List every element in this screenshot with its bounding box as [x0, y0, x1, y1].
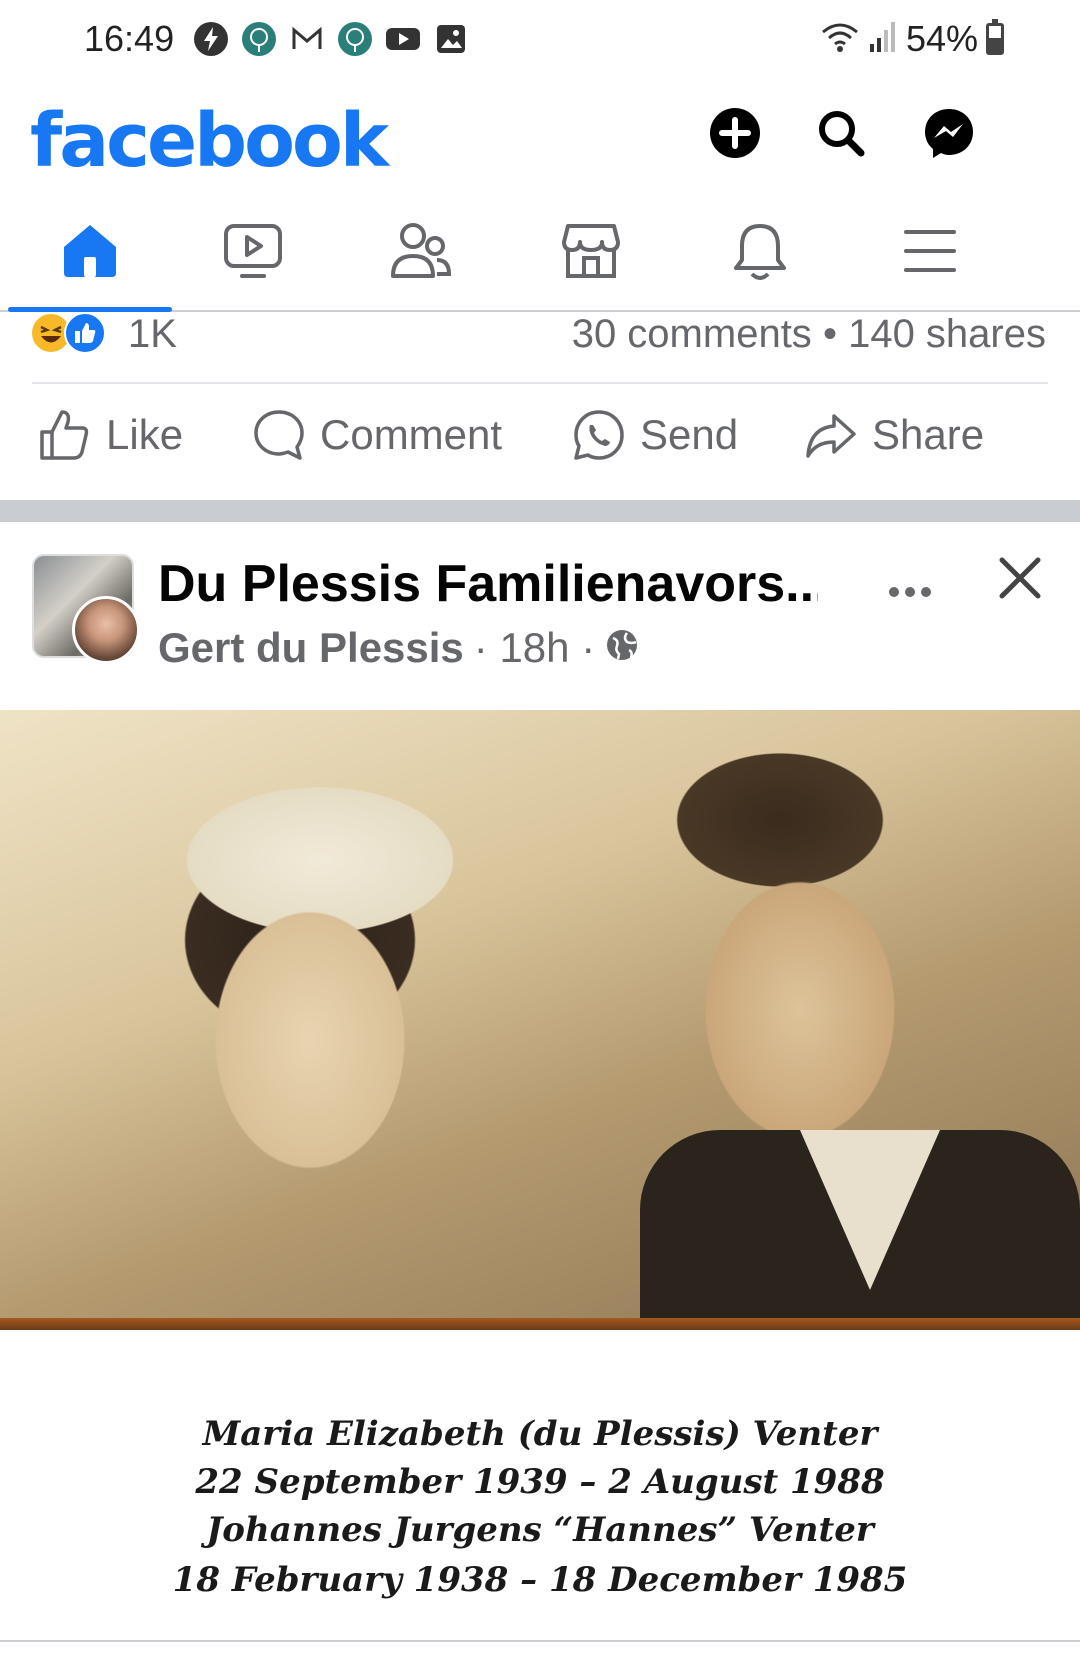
photo-border: [0, 1318, 1080, 1330]
author-name[interactable]: Gert du Plessis: [158, 624, 464, 672]
app-icon: [240, 20, 278, 58]
engagement-stats: 30 comments • 140 shares: [572, 312, 1046, 357]
tab-menu[interactable]: [895, 216, 965, 286]
reactions-row: 1K 30 comments • 140 shares: [0, 312, 1080, 384]
tab-watch[interactable]: [218, 216, 288, 286]
shares-count[interactable]: 140 shares: [848, 312, 1046, 356]
wifi-icon: [820, 20, 860, 59]
app-header: facebook: [0, 80, 1080, 198]
like-button[interactable]: Like: [38, 408, 183, 462]
tab-home[interactable]: [55, 216, 125, 286]
caption-line: 22 September 1939 – 2 August 1988: [195, 1462, 885, 1502]
send-button[interactable]: Send: [572, 408, 738, 462]
youtube-icon: [384, 20, 422, 58]
thumbs-up-icon: [40, 410, 89, 460]
close-button[interactable]: [994, 552, 1046, 604]
post-photo[interactable]: [0, 710, 1080, 1330]
avatar[interactable]: [72, 596, 140, 664]
like-label: Like: [106, 411, 184, 458]
notification-icons: [192, 20, 470, 58]
search-icon: [819, 111, 865, 157]
home-icon: [64, 225, 116, 277]
stats-separator: •: [822, 312, 837, 356]
power-saver-icon: [192, 20, 230, 58]
globe-icon: [605, 624, 639, 672]
create-button[interactable]: [704, 102, 766, 164]
comment-button[interactable]: Comment: [252, 408, 502, 462]
status-time: 16:49: [84, 18, 175, 59]
create-icon: [710, 108, 760, 158]
comment-label: Comment: [320, 411, 503, 458]
app-icon: [336, 20, 374, 58]
group-name[interactable]: Du Plessis Familienavors...: [158, 554, 818, 614]
post-meta: Gert du Plessis · 18h ·: [158, 624, 639, 672]
photo-caption: Maria Elizabeth (du Plessis) Venter 22 S…: [0, 1330, 1080, 1640]
close-icon: [999, 557, 1041, 599]
comment-icon: [254, 410, 304, 460]
post-time[interactable]: · 18h ·: [474, 624, 595, 672]
post-header: Du Plessis Familienavors... Gert du Ples…: [0, 522, 1080, 710]
bell-icon: [734, 224, 786, 280]
status-bar: 16:49 54%: [0, 0, 1080, 80]
share-label: Share: [872, 411, 985, 458]
friends-icon: [391, 223, 452, 278]
search-button[interactable]: [810, 102, 872, 164]
battery-percent: 54%: [905, 18, 978, 59]
tab-notifications[interactable]: [725, 216, 795, 286]
share-button[interactable]: Share: [804, 408, 984, 462]
gallery-icon: [432, 20, 470, 58]
signal-icon: [868, 20, 898, 59]
status-right: 54%: [820, 18, 1004, 60]
caption-line: Johannes Jurgens “Hannes” Venter: [206, 1510, 874, 1550]
caption-line: Maria Elizabeth (du Plessis) Venter: [202, 1414, 878, 1454]
more-icon: [889, 587, 931, 597]
messenger-icon: [925, 109, 973, 158]
post-actions: Like Comment Send Share: [0, 386, 1080, 500]
more-options-button[interactable]: [888, 564, 932, 609]
tab-marketplace[interactable]: [556, 216, 626, 286]
menu-icon: [904, 230, 956, 272]
gmail-icon: [288, 20, 326, 58]
divider: [0, 1640, 1080, 1642]
tab-friends[interactable]: [386, 216, 456, 286]
battery-icon: [986, 19, 1004, 55]
reaction-emojis[interactable]: [30, 312, 106, 354]
facebook-logo[interactable]: facebook: [30, 98, 389, 184]
reaction-count[interactable]: 1K: [128, 312, 177, 357]
marketplace-icon: [562, 224, 620, 278]
tab-bar: [0, 198, 1080, 312]
like-reaction-icon: [64, 312, 106, 354]
feed-separator: [0, 500, 1080, 522]
comments-count[interactable]: 30 comments: [572, 312, 812, 356]
whatsapp-icon: [574, 410, 624, 460]
divider: [32, 382, 1048, 384]
caption-line: 18 February 1938 – 18 December 1985: [172, 1560, 908, 1600]
send-label: Send: [640, 411, 739, 458]
messenger-button[interactable]: [918, 102, 980, 164]
share-icon: [806, 414, 856, 458]
video-icon: [224, 224, 282, 278]
